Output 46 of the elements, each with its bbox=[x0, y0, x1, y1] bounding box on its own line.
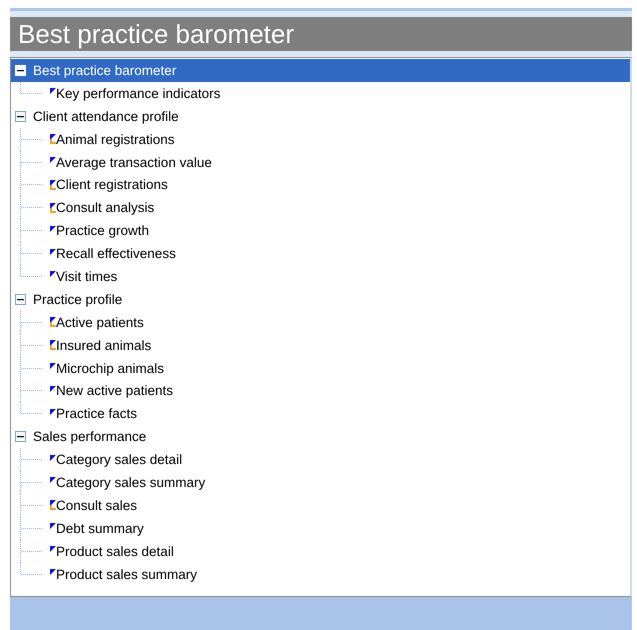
tree-item[interactable]: Practice growth bbox=[11, 219, 630, 242]
tree-connector bbox=[20, 219, 42, 242]
tree-item[interactable]: Product sales detail bbox=[11, 540, 630, 563]
tree-item[interactable]: New active patients bbox=[11, 379, 630, 402]
tree-connector bbox=[20, 196, 42, 220]
tree-item[interactable]: Best practice barometer bbox=[11, 59, 630, 82]
tree-connector bbox=[20, 310, 42, 334]
tree-connector bbox=[20, 128, 42, 151]
tree-item[interactable]: Category sales summary bbox=[11, 471, 630, 494]
flag-icon bbox=[50, 500, 56, 510]
tree-item[interactable]: Category sales detail bbox=[11, 448, 630, 472]
window-title: Best practice barometer bbox=[10, 17, 632, 51]
tree-item[interactable]: Active patients bbox=[11, 310, 630, 334]
tree-connector bbox=[20, 173, 42, 196]
flag-icon bbox=[50, 180, 56, 190]
tree-item[interactable]: Animal registrations bbox=[11, 128, 630, 151]
tree-item[interactable]: Average transaction value bbox=[11, 150, 630, 174]
collapse-icon[interactable] bbox=[15, 110, 26, 122]
flag-icon bbox=[50, 317, 56, 328]
flag-icon bbox=[50, 340, 56, 350]
tree-connector bbox=[20, 516, 42, 540]
tree-connector bbox=[20, 448, 42, 472]
flag-icon bbox=[50, 202, 56, 213]
tree-item[interactable]: Client registrations bbox=[11, 173, 630, 196]
tree-item[interactable]: Recall effectiveness bbox=[11, 242, 630, 266]
tree-item[interactable]: Consult analysis bbox=[11, 196, 630, 220]
tree-connector bbox=[20, 334, 42, 357]
tree-item[interactable]: Microchip animals bbox=[11, 356, 630, 380]
tree-item[interactable]: Visit times bbox=[11, 265, 630, 288]
tree-item[interactable]: Product sales summary bbox=[11, 562, 630, 586]
tree-item[interactable]: Debt summary bbox=[11, 516, 630, 540]
tree-connector bbox=[20, 494, 42, 517]
collapse-icon[interactable] bbox=[15, 431, 26, 442]
tree-connector bbox=[20, 471, 42, 494]
tree-item[interactable]: Key performance indicators bbox=[11, 82, 630, 105]
tree-item[interactable]: Practice profile bbox=[11, 288, 630, 311]
tree-item[interactable]: Insured animals bbox=[11, 334, 630, 357]
tree-connector bbox=[20, 82, 42, 94]
tree-item[interactable]: Consult sales bbox=[11, 494, 630, 517]
tree-item[interactable]: Client attendance profile bbox=[11, 104, 630, 128]
tree-item[interactable]: Sales performance bbox=[11, 425, 630, 448]
flag-icon bbox=[50, 134, 56, 144]
tree-item[interactable]: Practice facts bbox=[11, 402, 630, 426]
collapse-icon[interactable] bbox=[15, 294, 26, 305]
tree-connector bbox=[20, 150, 42, 174]
tree-connector bbox=[20, 356, 42, 380]
